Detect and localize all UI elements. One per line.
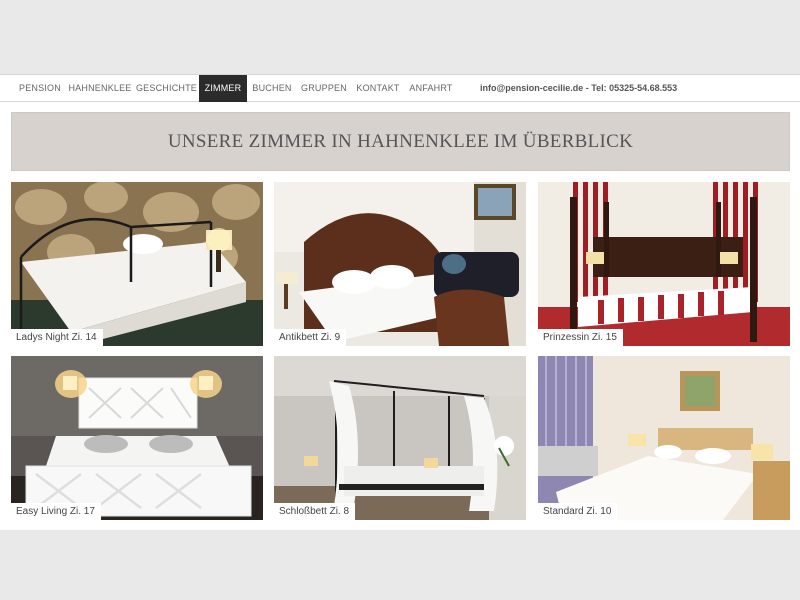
room-caption: Easy Living Zi. 17 — [11, 503, 101, 520]
room-caption: Standard Zi. 10 — [538, 503, 618, 520]
nav-item-geschichte[interactable]: GESCHICHTE — [134, 75, 199, 102]
room-card-antikbett[interactable]: Antikbett Zi. 9 — [274, 182, 526, 346]
room-caption: Schloßbett Zi. 8 — [274, 503, 356, 520]
page-content: PENSION HAHNENKLEE GESCHICHTE ZIMMER BUC… — [0, 74, 800, 530]
contact-info[interactable]: info@pension-cecilie.de - Tel: 05325-54.… — [480, 75, 677, 102]
room-photo-antikbett — [274, 182, 526, 346]
room-caption: Antikbett Zi. 9 — [274, 329, 347, 346]
room-card-schlossbett[interactable]: Schloßbett Zi. 8 — [274, 356, 526, 520]
nav-item-kontakt[interactable]: KONTAKT — [351, 75, 405, 102]
main-navigation: PENSION HAHNENKLEE GESCHICHTE ZIMMER BUC… — [0, 74, 800, 102]
room-photo-standard — [538, 356, 790, 520]
room-photo-schlossbett — [274, 356, 526, 520]
room-photo-prinzessin — [538, 182, 790, 346]
room-card-easy-living[interactable]: Easy Living Zi. 17 — [11, 356, 263, 520]
room-photo-ladys-night — [11, 182, 263, 346]
page-title: UNSERE ZIMMER IN HAHNENKLEE IM ÜBERBLICK — [167, 131, 634, 152]
nav-item-gruppen[interactable]: GRUPPEN — [297, 75, 351, 102]
nav-item-hahnenklee[interactable]: HAHNENKLEE — [66, 75, 134, 102]
nav-item-anfahrt[interactable]: ANFAHRT — [405, 75, 457, 102]
heading-banner: UNSERE ZIMMER IN HAHNENKLEE IM ÜBERBLICK — [11, 112, 790, 171]
room-photo-easy-living — [11, 356, 263, 520]
room-card-prinzessin[interactable]: Prinzessin Zi. 15 — [538, 182, 790, 346]
room-card-ladys-night[interactable]: Ladys Night Zi. 14 — [11, 182, 263, 346]
nav-item-zimmer[interactable]: ZIMMER — [199, 75, 247, 102]
bottom-background — [0, 530, 800, 600]
room-card-standard[interactable]: Standard Zi. 10 — [538, 356, 790, 520]
nav-item-buchen[interactable]: BUCHEN — [247, 75, 297, 102]
room-caption: Ladys Night Zi. 14 — [11, 329, 103, 346]
room-caption: Prinzessin Zi. 15 — [538, 329, 623, 346]
top-background — [0, 0, 800, 74]
nav-item-pension[interactable]: PENSION — [14, 75, 66, 102]
